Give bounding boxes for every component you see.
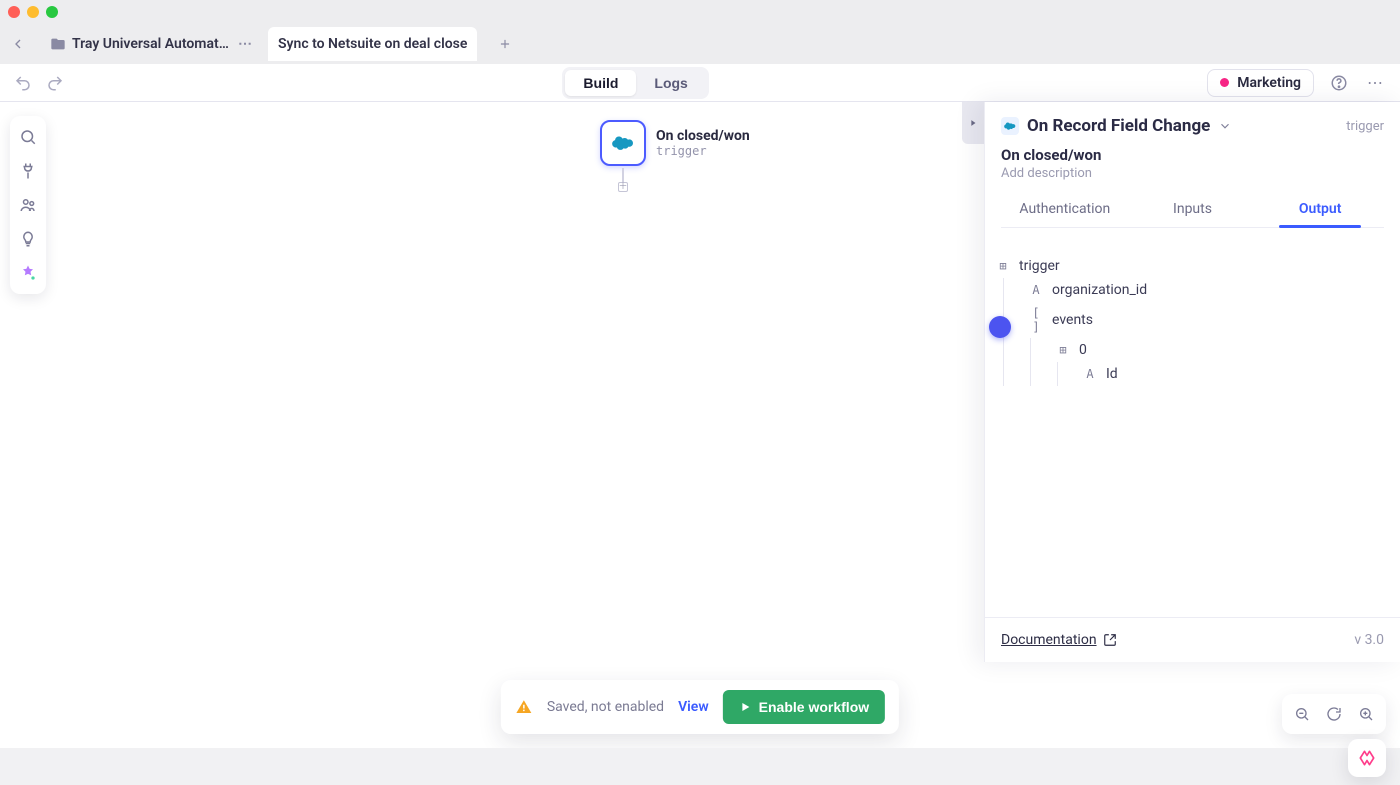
workspace-badge[interactable]: Marketing (1207, 69, 1314, 97)
string-icon: A (1028, 283, 1044, 297)
doc-link-label: Documentation (1001, 632, 1097, 648)
search-icon[interactable] (13, 122, 43, 152)
action-name[interactable]: On Record Field Change (1027, 116, 1210, 136)
tab-authentication[interactable]: Authentication (1001, 191, 1129, 227)
bottom-tray (0, 748, 1400, 785)
folder-icon (50, 35, 68, 53)
tree-index0[interactable]: 0 (1079, 342, 1087, 358)
drag-handle-icon[interactable] (989, 316, 1011, 338)
project-name: Tray Universal Automatic… (72, 36, 232, 52)
redo-button[interactable] (46, 74, 64, 92)
canvas-trigger-node[interactable]: On closed/won trigger (600, 120, 750, 166)
enable-label: Enable workflow (759, 699, 869, 715)
window-max-dot[interactable] (46, 6, 58, 18)
salesforce-chip-icon (1001, 117, 1019, 135)
panel-tabs: Authentication Inputs Output (1001, 191, 1384, 228)
breadcrumb-project[interactable]: Tray Universal Automatic… ⋯ (40, 27, 262, 61)
node-subtitle: trigger (656, 144, 750, 158)
node-title: On closed/won (656, 128, 750, 144)
tab-active-workflow[interactable]: Sync to Netsuite on deal close (268, 27, 477, 61)
window-min-dot[interactable] (27, 6, 39, 18)
workspace-dot-icon (1220, 78, 1229, 87)
object-icon: ⊞ (1055, 343, 1071, 357)
node-meta: On closed/won trigger (656, 128, 750, 158)
add-step-button[interactable]: ＋ (618, 182, 628, 192)
chevron-down-icon[interactable] (1218, 119, 1232, 133)
assistant-fab[interactable] (1348, 739, 1386, 777)
back-button[interactable] (8, 34, 28, 54)
left-toolbox (10, 116, 46, 294)
zoom-fit-button[interactable] (1320, 700, 1348, 728)
tree-org[interactable]: organization_id (1052, 282, 1147, 298)
idea-icon[interactable] (13, 224, 43, 254)
tree-root[interactable]: trigger (1019, 258, 1060, 274)
string-icon: A (1082, 367, 1098, 381)
zoom-out-button[interactable] (1288, 700, 1316, 728)
tree-events[interactable]: events (1052, 312, 1093, 328)
step-type-tag: trigger (1346, 119, 1384, 134)
step-description[interactable]: Add description (1001, 166, 1384, 181)
tabs-row: Tray Universal Automatic… ⋯ Sync to Nets… (0, 24, 1400, 64)
toolbar: Build Logs Marketing ⋯ (0, 64, 1400, 102)
tab-build[interactable]: Build (565, 70, 636, 96)
window-close-dot[interactable] (8, 6, 20, 18)
documentation-link[interactable]: Documentation (1001, 632, 1117, 648)
mac-titlebar (0, 0, 1400, 24)
object-icon: ⊞ (995, 259, 1011, 273)
status-message: Saved, not enabled (547, 699, 664, 715)
team-icon[interactable] (13, 190, 43, 220)
connector-icon[interactable] (13, 156, 43, 186)
array-icon: [ ] (1028, 306, 1044, 334)
tree-id[interactable]: Id (1106, 366, 1118, 382)
zoom-controls (1282, 694, 1386, 734)
tab-logs[interactable]: Logs (636, 70, 705, 96)
output-tree: ⊞ trigger Aorganization_id [ ] events ⊞ 0 A… (985, 238, 1400, 617)
connector-line (622, 168, 624, 182)
status-view-link[interactable]: View (678, 699, 709, 715)
warning-icon (515, 698, 533, 716)
enable-workflow-button[interactable]: Enable workflow (723, 690, 885, 724)
salesforce-icon (600, 120, 646, 166)
undo-button[interactable] (14, 74, 32, 92)
tab-inputs[interactable]: Inputs (1129, 191, 1257, 227)
panel-collapse-button[interactable] (962, 102, 984, 144)
version-label: v 3.0 (1354, 632, 1384, 648)
tab-label: Sync to Netsuite on deal close (278, 36, 467, 52)
step-title[interactable]: On closed/won (1001, 146, 1384, 164)
magic-wizard-icon[interactable] (13, 258, 43, 288)
status-bar: Saved, not enabled View Enable workflow (501, 680, 899, 734)
help-button[interactable] (1328, 72, 1350, 94)
project-menu[interactable]: ⋯ (238, 36, 252, 52)
view-toggle: Build Logs (562, 67, 708, 99)
zoom-in-button[interactable] (1352, 700, 1380, 728)
new-tab-button[interactable] (491, 30, 519, 58)
canvas-area[interactable]: On closed/won trigger ＋ On Record Field … (0, 102, 1400, 748)
tab-output[interactable]: Output (1256, 191, 1384, 227)
inspector-panel: On Record Field Change trigger On closed… (984, 102, 1400, 662)
workspace-name: Marketing (1237, 75, 1301, 91)
more-menu-button[interactable]: ⋯ (1364, 72, 1386, 94)
